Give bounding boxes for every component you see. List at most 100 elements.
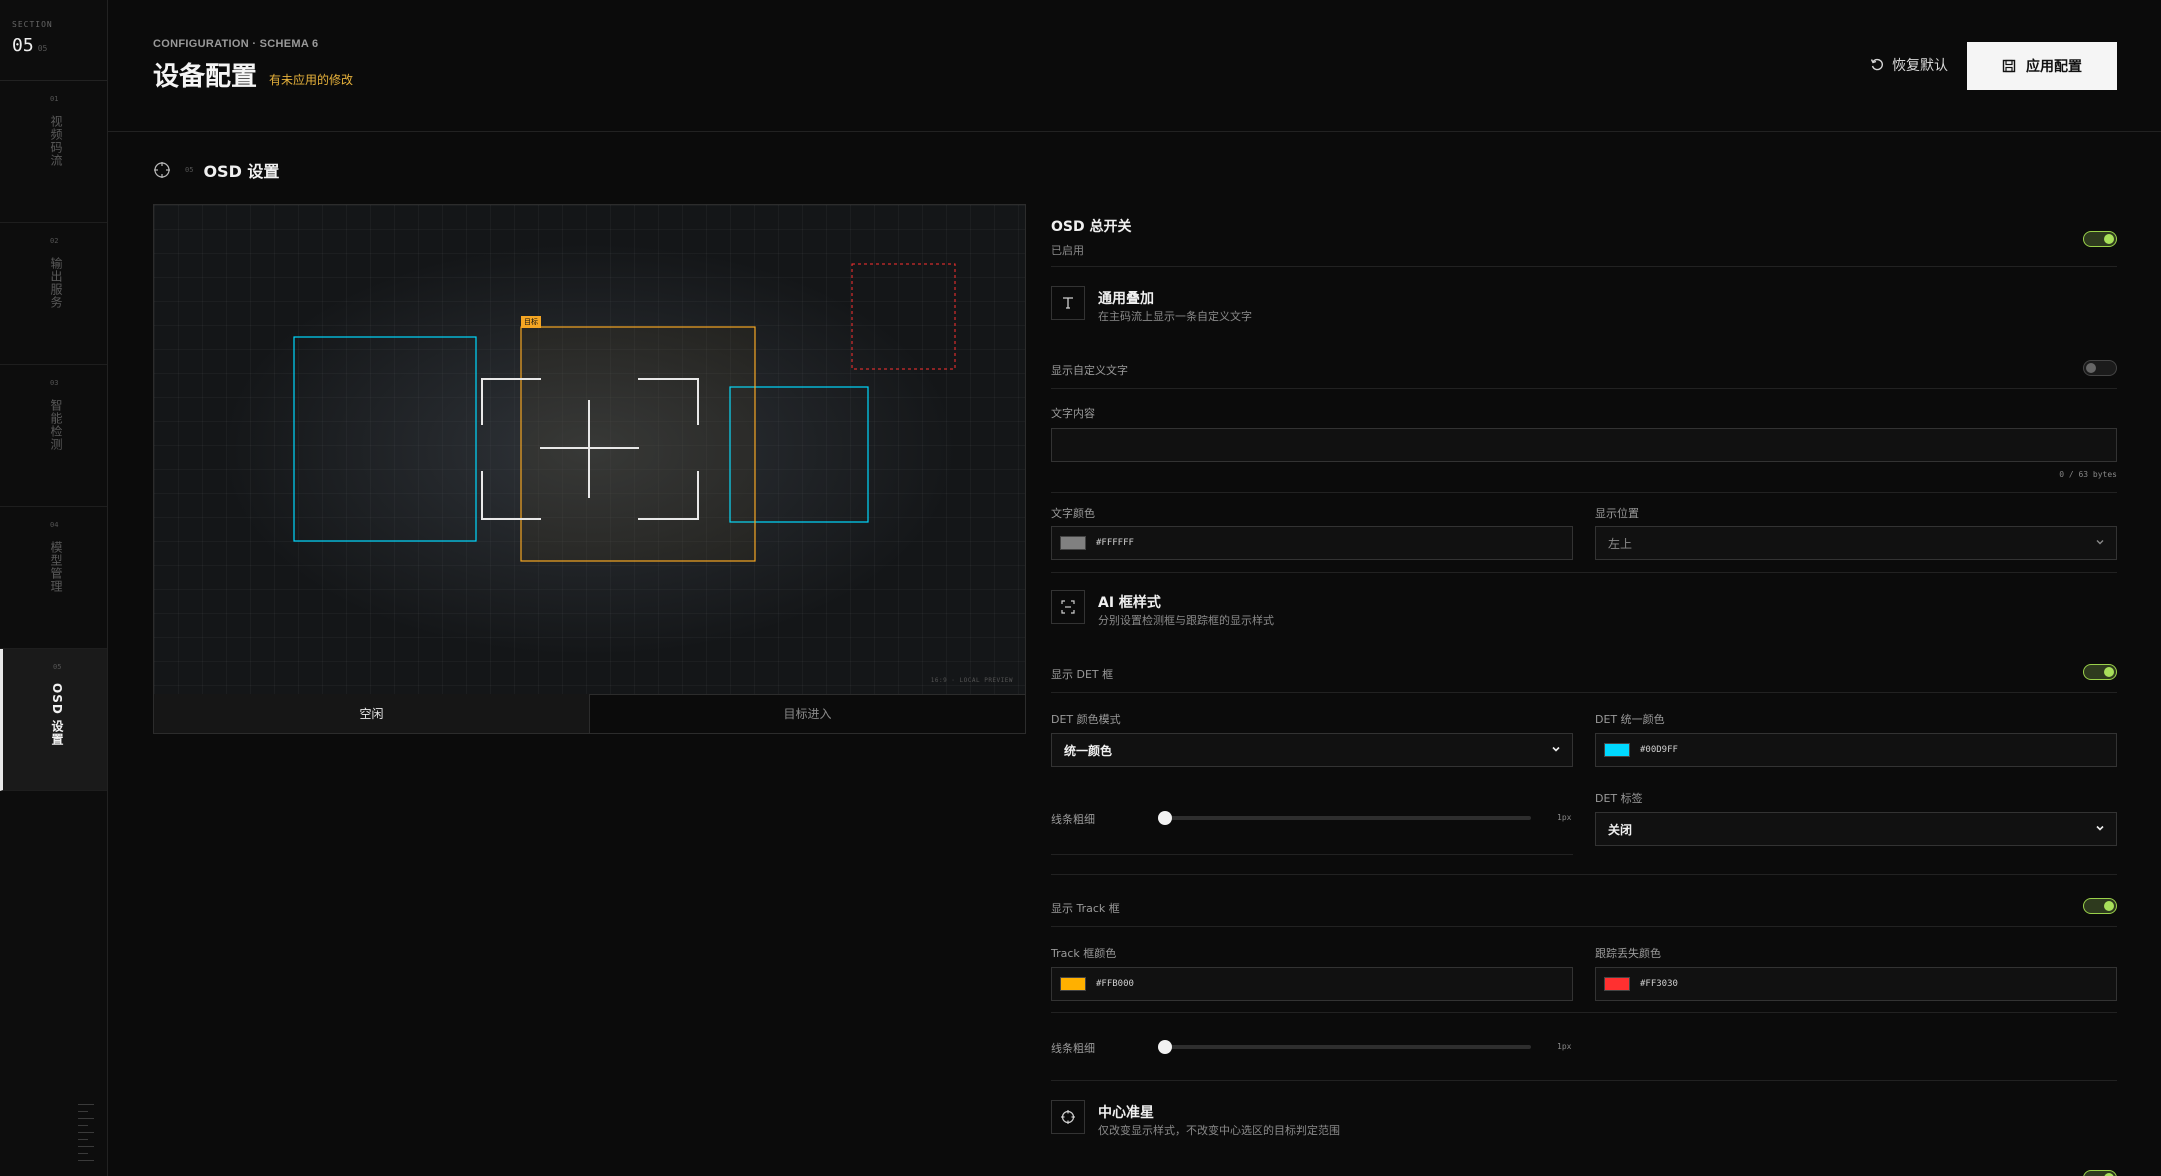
- section-title: OSD 设置: [203, 162, 280, 181]
- tab-idle[interactable]: 空闲: [154, 694, 590, 733]
- breadcrumb: CONFIGURATION · SCHEMA 6: [153, 38, 319, 50]
- osd-master-toggle[interactable]: [2083, 231, 2117, 247]
- section-index: 05: [185, 166, 194, 174]
- chevron-down-icon: [2096, 540, 2104, 545]
- toggle-knob: [2086, 363, 2096, 373]
- sidebar-item-num: 04: [50, 521, 59, 529]
- det-line-value: 1px: [1557, 813, 1572, 822]
- det-tag-label: DET 标签: [1595, 792, 1643, 805]
- lost-color-swatch[interactable]: [1604, 977, 1630, 991]
- track-color-value: #FFB000: [1096, 979, 1134, 989]
- det-color-value: #00D9FF: [1640, 745, 1678, 755]
- track-line-slider[interactable]: [1165, 1045, 1531, 1049]
- section-label: SECTION: [12, 20, 53, 29]
- osd-master-status: 已启用: [1051, 244, 1084, 257]
- ai-box-desc: 分别设置检测框与跟踪框的显示样式: [1098, 614, 1274, 627]
- section-current: 05: [12, 35, 34, 56]
- apply-config-button[interactable]: 应用配置: [1967, 42, 2117, 90]
- crosshair-icon: [154, 162, 170, 178]
- osd-master-row: OSD 总开关 已启用: [1051, 216, 2117, 258]
- reset-icon: [1870, 58, 1883, 71]
- track-label-tag: 目标: [521, 316, 541, 328]
- section-indicator: SECTION 05 05: [0, 0, 107, 81]
- det-line-slider[interactable]: [1165, 816, 1531, 820]
- show-custom-text-toggle[interactable]: [2083, 360, 2117, 376]
- det-tag-select[interactable]: 关闭: [1595, 812, 2117, 846]
- chevron-down-icon: [1552, 746, 1560, 752]
- text-content-row: 文字内容: [1051, 405, 2117, 421]
- sidebar-item-label: 模型管理: [49, 541, 63, 593]
- text-content-input[interactable]: [1051, 428, 2117, 462]
- show-det-toggle[interactable]: [2083, 664, 2117, 680]
- divider: [1051, 1080, 2117, 1081]
- page-title: 设备配置: [153, 62, 258, 92]
- save-icon: [2002, 59, 2016, 73]
- track-color-field[interactable]: #FFB000: [1051, 967, 1573, 1001]
- preview-overlay: [293, 263, 956, 562]
- crosshair-title: 中心准星: [1098, 1105, 1154, 1121]
- sidebar-item-output-service[interactable]: 02 输出服务: [0, 223, 107, 365]
- divider: [1051, 266, 2117, 267]
- sidebar-item-smart-detection[interactable]: 03 智能检测: [0, 365, 107, 507]
- tab-target-enter[interactable]: 目标进入: [590, 694, 1025, 733]
- det-color-mode-value: 统一颜色: [1064, 743, 1113, 758]
- det-line-label: 线条粗细: [1051, 813, 1095, 826]
- det-color-field[interactable]: #00D9FF: [1595, 733, 2117, 767]
- section-heading: 05 OSD 设置: [153, 158, 279, 182]
- det-color-mode-select[interactable]: 统一颜色: [1051, 733, 1573, 767]
- ai-box-title: AI 框样式: [1098, 595, 1161, 611]
- sidebar-item-num: 02: [50, 237, 59, 245]
- text-color-label: 文字颜色: [1051, 507, 1095, 520]
- toggle-knob: [2104, 234, 2114, 244]
- show-custom-text-label: 显示自定义文字: [1051, 364, 1128, 377]
- divider: [1051, 572, 2117, 573]
- lost-color-value: #FF3030: [1640, 979, 1678, 989]
- general-overlay-desc: 在主码流上显示一条自定义文字: [1098, 310, 1252, 323]
- preview-watermark: 16:9 · LOCAL PREVIEW: [930, 677, 1013, 684]
- sidebar-item-num: 03: [50, 379, 59, 387]
- lost-box: [851, 263, 956, 370]
- scroll-ticks: [78, 1104, 94, 1167]
- general-overlay-title: 通用叠加: [1098, 291, 1154, 307]
- apply-config-label: 应用配置: [2026, 59, 2082, 75]
- text-color-value: #FFFFFF: [1096, 538, 1134, 548]
- det-box-left: [293, 336, 477, 542]
- sidebar-item-model-management[interactable]: 04 模型管理: [0, 507, 107, 649]
- det-color-swatch[interactable]: [1604, 743, 1630, 757]
- position-value: 左上: [1608, 536, 1633, 551]
- unsaved-badge: 有未应用的修改: [269, 73, 354, 87]
- sidebar-item-video-stream[interactable]: 01 视频码流: [0, 81, 107, 223]
- sidebar-item-num: 05: [53, 663, 62, 671]
- lost-color-field[interactable]: #FF3030: [1595, 967, 2117, 1001]
- chevron-down-icon: [2096, 825, 2104, 831]
- divider: [1051, 854, 1573, 855]
- crosshair-desc: 仅改变显示样式，不改变中心选区的目标判定范围: [1098, 1124, 1340, 1137]
- det-color-label: DET 统一颜色: [1595, 713, 1665, 726]
- position-select[interactable]: 左上: [1595, 526, 2117, 560]
- crosshair-toggle[interactable]: [2083, 1170, 2117, 1176]
- box-style-icon: [1051, 590, 1085, 624]
- reset-default-button[interactable]: 恢复默认: [1870, 50, 1948, 80]
- sidebar-item-label: OSD 设置: [50, 683, 64, 746]
- sidebar-item-label: 输出服务: [49, 257, 63, 309]
- sidebar-item-label: 视频码流: [49, 115, 63, 167]
- toggle-knob: [2104, 901, 2114, 911]
- divider: [1051, 874, 2117, 875]
- text-color-swatch[interactable]: [1060, 536, 1086, 550]
- text-color-field[interactable]: #FFFFFF: [1051, 526, 1573, 560]
- header: CONFIGURATION · SCHEMA 6 设备配置 有未应用的修改 恢复…: [108, 0, 2161, 132]
- track-line-label: 线条粗细: [1051, 1042, 1095, 1055]
- divider: [1051, 388, 2117, 389]
- det-line-slider-knob[interactable]: [1158, 811, 1172, 825]
- sidebar-item-osd-settings[interactable]: 05 OSD 设置: [0, 649, 107, 791]
- text-byte-counter: 0 / 63 bytes: [2059, 470, 2117, 479]
- track-line-slider-knob[interactable]: [1158, 1040, 1172, 1054]
- toggle-knob: [2104, 667, 2114, 677]
- show-det-label: 显示 DET 框: [1051, 668, 1114, 681]
- sidebar-item-label: 智能检测: [49, 399, 63, 451]
- track-color-swatch[interactable]: [1060, 977, 1086, 991]
- track-line-value: 1px: [1557, 1042, 1572, 1051]
- crosshair-icon: [1051, 1100, 1085, 1134]
- show-track-toggle[interactable]: [2083, 898, 2117, 914]
- text-icon: [1051, 286, 1085, 320]
